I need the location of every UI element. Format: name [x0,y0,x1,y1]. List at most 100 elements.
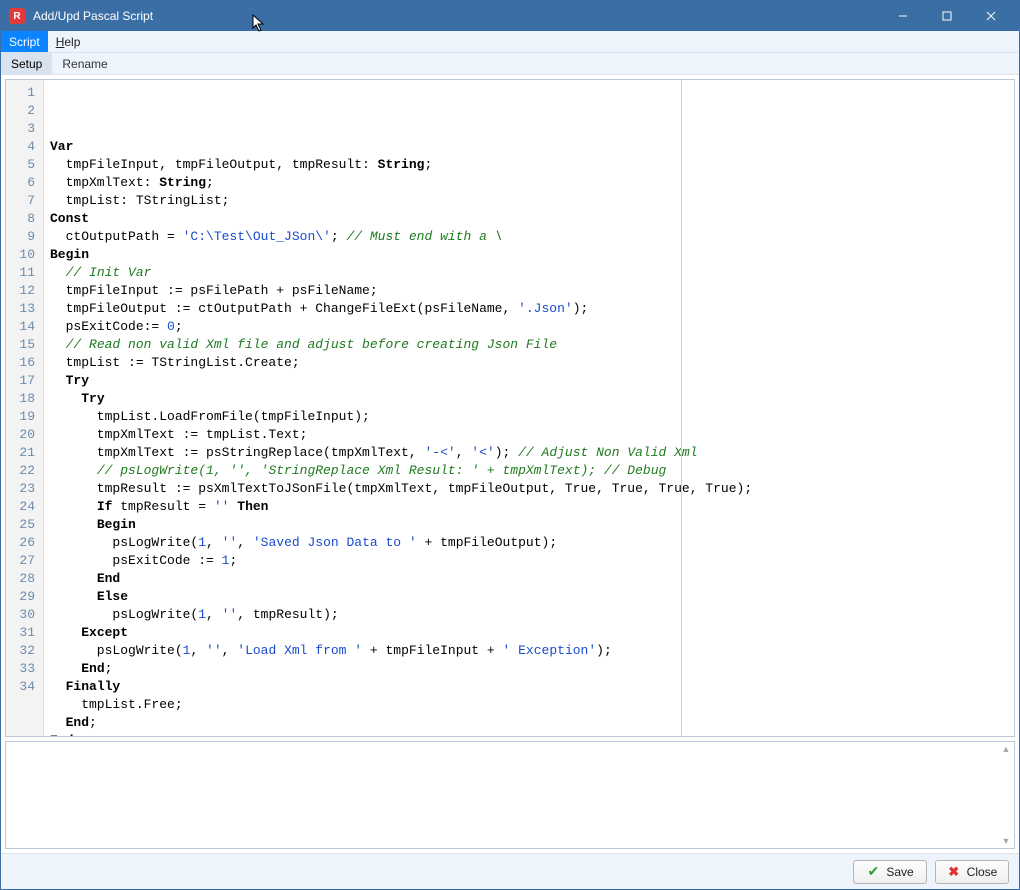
code-line[interactable]: psLogWrite(1, '', 'Saved Json Data to ' … [50,534,1010,552]
maximize-button[interactable] [925,2,969,30]
code-line[interactable]: End; [50,714,1010,732]
code-line[interactable]: psExitCode:= 0; [50,318,1010,336]
token-id: tmpFileInput, tmpFileOutput, tmpResult: [50,157,378,172]
line-number: 25 [6,516,43,534]
output-pane[interactable]: ▲ ▼ [5,741,1015,849]
token-id [50,625,81,640]
code-line[interactable]: Try [50,372,1010,390]
token-id: ; [175,319,183,334]
token-id: tmpXmlText := psStringReplace(tmpXmlText… [50,445,424,460]
token-id [50,391,81,406]
code-line[interactable]: Except [50,624,1010,642]
line-number: 12 [6,282,43,300]
code-line[interactable]: tmpList.Free; [50,696,1010,714]
line-number: 20 [6,426,43,444]
token-kw: Begin [97,517,136,532]
token-id: , [206,607,222,622]
code-line[interactable]: If tmpResult = '' Then [50,498,1010,516]
close-button[interactable]: ✖ Close [935,860,1009,884]
close-window-button[interactable] [969,2,1013,30]
token-id: , [190,643,206,658]
code-line[interactable]: tmpFileInput := psFilePath + psFileName; [50,282,1010,300]
toolbar: Setup Rename [1,53,1019,75]
line-number: 24 [6,498,43,516]
token-id: psLogWrite( [50,607,198,622]
line-number: 18 [6,390,43,408]
token-id: psExitCode := [50,553,222,568]
code-line[interactable]: // psLogWrite(1, '', 'StringReplace Xml … [50,462,1010,480]
token-id: + tmpFileInput + [362,643,502,658]
title-bar: R Add/Upd Pascal Script [1,1,1019,31]
code-line[interactable]: tmpXmlText: String; [50,174,1010,192]
line-number: 28 [6,570,43,588]
code-line[interactable]: psExitCode := 1; [50,552,1010,570]
token-str: 'C:\Test\Out_JSon\' [183,229,331,244]
code-line[interactable]: // Read non valid Xml file and adjust be… [50,336,1010,354]
scrollbar[interactable]: ▲ ▼ [1000,744,1012,846]
code-area[interactable]: Var tmpFileInput, tmpFileOutput, tmpResu… [44,80,1014,736]
line-number: 21 [6,444,43,462]
menu-script[interactable]: Script [1,31,48,52]
code-line[interactable]: End [50,570,1010,588]
code-line[interactable]: End. [50,732,1010,737]
line-number: 13 [6,300,43,318]
token-id: ); [495,445,518,460]
button-label: Close [967,865,998,879]
token-id: tmpXmlText := tmpList.Text; [50,427,307,442]
token-cm: // Init Var [66,265,152,280]
close-icon: ✖ [947,865,961,879]
code-line[interactable]: Const [50,210,1010,228]
window-title: Add/Upd Pascal Script [33,9,881,23]
code-line[interactable]: ctOutputPath = 'C:\Test\Out_JSon\'; // M… [50,228,1010,246]
token-kw: Try [81,391,104,406]
line-number: 31 [6,624,43,642]
token-kw: End [81,661,104,676]
menu-bar: Script Help [1,31,1019,53]
code-line[interactable]: tmpList := TStringList.Create; [50,354,1010,372]
token-id [50,517,97,532]
token-cm: // Must end with a \ [346,229,502,244]
line-number: 26 [6,534,43,552]
code-line[interactable]: Begin [50,516,1010,534]
code-line[interactable]: Try [50,390,1010,408]
token-id: ); [573,301,589,316]
code-line[interactable]: tmpXmlText := psStringReplace(tmpXmlText… [50,444,1010,462]
token-id: , [456,445,472,460]
code-line[interactable]: // Init Var [50,264,1010,282]
token-id: , [206,535,222,550]
token-kw: End [66,715,89,730]
button-bar: ✔ Save ✖ Close [1,853,1019,889]
code-line[interactable]: Var [50,138,1010,156]
code-line[interactable]: tmpFileInput, tmpFileOutput, tmpResult: … [50,156,1010,174]
code-line[interactable]: tmpResult := psXmlTextToJSonFile(tmpXmlT… [50,480,1010,498]
code-line[interactable]: psLogWrite(1, '', tmpResult); [50,606,1010,624]
toolbar-setup[interactable]: Setup [1,53,52,74]
code-line[interactable]: Finally [50,678,1010,696]
token-kw: Var [50,139,73,154]
code-line[interactable]: tmpXmlText := tmpList.Text; [50,426,1010,444]
code-line[interactable]: tmpFileOutput := ctOutputPath + ChangeFi… [50,300,1010,318]
token-id [50,337,66,352]
token-id: tmpFileInput := psFilePath + psFileName; [50,283,378,298]
line-number: 27 [6,552,43,570]
code-line[interactable]: tmpList: TStringList; [50,192,1010,210]
code-line[interactable]: psLogWrite(1, '', 'Load Xml from ' + tmp… [50,642,1010,660]
toolbar-rename[interactable]: Rename [52,53,117,74]
menu-help[interactable]: Help [48,31,89,52]
code-line[interactable]: tmpList.LoadFromFile(tmpFileInput); [50,408,1010,426]
minimize-button[interactable] [881,2,925,30]
scroll-up-icon[interactable]: ▲ [1002,744,1011,754]
button-label: Save [886,865,913,879]
code-editor[interactable]: 1234567891011121314151617181920212223242… [5,79,1015,737]
code-line[interactable]: End; [50,660,1010,678]
token-id [50,571,97,586]
app-window: R Add/Upd Pascal Script Script Help Setu… [0,0,1020,890]
scroll-down-icon[interactable]: ▼ [1002,836,1011,846]
app-icon: R [9,8,25,24]
token-id: ; [206,175,214,190]
code-line[interactable]: Begin [50,246,1010,264]
code-line[interactable]: Else [50,588,1010,606]
save-button[interactable]: ✔ Save [853,860,927,884]
token-id [50,679,66,694]
token-kw: Finally [66,679,121,694]
